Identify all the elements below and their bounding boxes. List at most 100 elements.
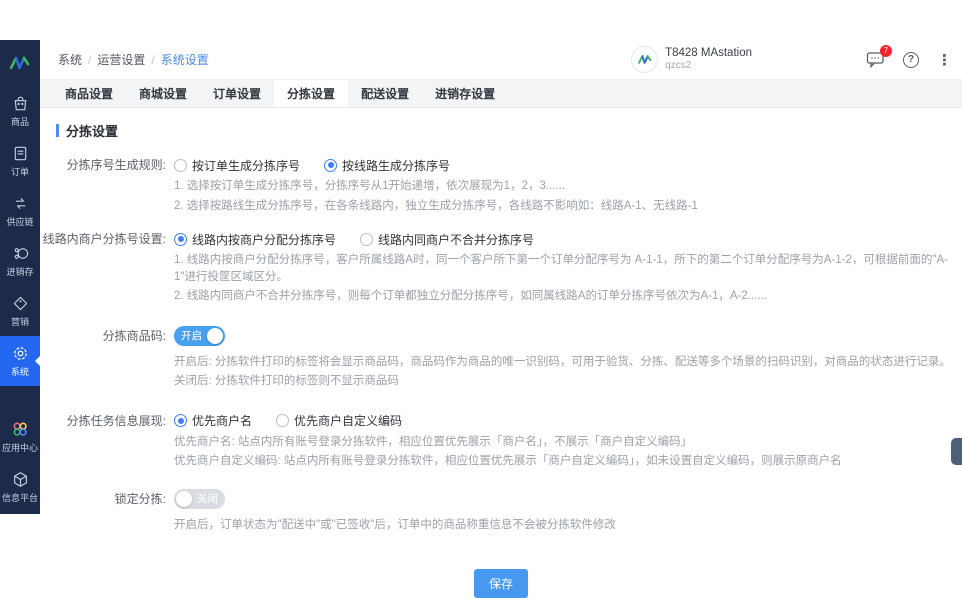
tab-product-settings[interactable]: 商品设置 bbox=[52, 80, 126, 107]
radio-option[interactable]: 按订单生成分拣序号 bbox=[174, 157, 300, 174]
radio-label: 优先商户自定义编码 bbox=[294, 414, 403, 428]
radio-label: 优先商户名 bbox=[192, 414, 253, 428]
message-badge: 7 bbox=[880, 45, 892, 57]
bag-icon bbox=[12, 95, 29, 112]
sidebar-item-app-center[interactable]: 应用中心 bbox=[0, 412, 40, 462]
gear-icon bbox=[12, 345, 29, 362]
sidebar-item-label: 应用中心 bbox=[1, 443, 38, 453]
more-button[interactable]: ⋮ bbox=[937, 51, 952, 69]
help-icon: ? bbox=[903, 51, 919, 68]
cube-icon bbox=[12, 471, 29, 488]
radio-unchecked-icon[interactable] bbox=[276, 414, 290, 427]
sidebar-item-marketing[interactable]: 营销 bbox=[0, 286, 40, 336]
save-button[interactable]: 保存 bbox=[473, 569, 528, 598]
section-header: 分拣设置 bbox=[56, 121, 962, 140]
logo-icon bbox=[9, 56, 30, 70]
toggle-label: 关闭 bbox=[197, 493, 218, 505]
order-icon bbox=[12, 145, 29, 162]
sidebar-item-label: 商品 bbox=[10, 116, 29, 127]
help-text: 1. 线路内按商户分配分拣序号，客户所属线路A时，同一个客户所下第一个订单分配序… bbox=[174, 254, 948, 283]
sidebar-item-label: 订单 bbox=[10, 166, 29, 177]
field-label: 锁定分拣: bbox=[114, 491, 166, 506]
radio-checked-icon[interactable] bbox=[174, 232, 187, 246]
help-button[interactable]: ? bbox=[903, 51, 919, 68]
help-text: 2. 选择按路线生成分拣序号，在各条线路内，独立生成分拣序号，各线路不影响如：线… bbox=[174, 199, 698, 212]
field-label: 分拣任务信息展现: bbox=[66, 413, 166, 428]
section-accent-bar bbox=[56, 124, 59, 137]
kebab-icon: ⋮ bbox=[937, 51, 952, 69]
form-row-task-info-display: 分拣任务信息展现: 优先商户名 优先商户自定义编码 优先商户名: 站点内所有账号… bbox=[40, 411, 962, 470]
supply-chain-icon bbox=[12, 195, 29, 212]
account-info[interactable]: T8428 MAstation qzcs2 bbox=[665, 47, 752, 72]
toggle-label: 开启 bbox=[181, 330, 202, 342]
sidebar-item-label: 供应链 bbox=[6, 216, 34, 227]
toggle-knob bbox=[207, 327, 223, 344]
help-text: 1. 选择按订单生成分拣序号，分拣序号从1开始递增，依次展现为1，2，3....… bbox=[174, 180, 566, 192]
radio-option[interactable]: 按线路生成分拣序号 bbox=[324, 157, 450, 174]
radio-label: 线路内同商户不合并分拣序号 bbox=[378, 232, 535, 247]
help-text: 开启后，订单状态为"配送中"或"已签收"后，订单中的商品称重信息不会被分拣软件修… bbox=[174, 518, 616, 531]
breadcrumb-separator: / bbox=[88, 52, 92, 67]
sidebar-item-inventory[interactable]: 进销存 bbox=[0, 236, 40, 286]
product-code-toggle[interactable]: 开启 bbox=[174, 325, 225, 346]
breadcrumb-item[interactable]: 系统 bbox=[58, 51, 82, 68]
radio-label: 按线路生成分拣序号 bbox=[342, 158, 451, 173]
floating-widget-tab[interactable] bbox=[951, 438, 962, 465]
breadcrumb-separator: / bbox=[151, 52, 155, 67]
app-window: 商品 订单 供应链 进销存 营销 系统 应用中心 信息平台 系统 / 运营设置 … bbox=[0, 40, 962, 598]
tab-delivery-settings[interactable]: 配送设置 bbox=[348, 80, 422, 107]
account-name: T8428 MAstation bbox=[665, 47, 752, 60]
app-logo bbox=[0, 40, 40, 86]
help-text: 2. 线路内同商户不合并分拣序号，则每个订单都独立分配分拣序号，如同属线路A的订… bbox=[174, 290, 767, 302]
sidebar-item-info-platform[interactable]: 信息平台 bbox=[0, 462, 40, 512]
radio-label: 线路内按商户分配分拣序号 bbox=[192, 232, 337, 247]
main-content: 分拣设置 分拣序号生成规则: 按订单生成分拣序号 按线路生成分拣序号 1. 选择… bbox=[40, 108, 962, 598]
field-label: 线路内商户分拣号设置: bbox=[42, 232, 166, 246]
radio-label: 按订单生成分拣序号 bbox=[192, 158, 301, 173]
tag-icon bbox=[12, 295, 29, 312]
sidebar-item-supply-chain[interactable]: 供应链 bbox=[0, 186, 40, 236]
radio-checked-icon[interactable] bbox=[174, 414, 187, 427]
tab-mall-settings[interactable]: 商城设置 bbox=[126, 80, 200, 107]
messages-button[interactable]: 7 bbox=[866, 45, 892, 68]
breadcrumb-item-current[interactable]: 系统设置 bbox=[161, 51, 209, 68]
apps-icon bbox=[11, 420, 29, 438]
tab-sorting-settings[interactable]: 分拣设置 bbox=[274, 80, 349, 107]
sidebar-item-products[interactable]: 商品 bbox=[0, 86, 40, 136]
sidebar-item-label: 信息平台 bbox=[1, 492, 38, 503]
sidebar-item-orders[interactable]: 订单 bbox=[0, 136, 40, 186]
form-row-lock-sorting: 锁定分拣: 关闭 开启后，订单状态为"配送中"或"已签收"后，订单中的商品称重信… bbox=[40, 488, 962, 534]
radio-option[interactable]: 线路内同商户不合并分拣序号 bbox=[360, 231, 534, 248]
lock-sorting-toggle[interactable]: 关闭 bbox=[174, 488, 225, 509]
radio-unchecked-icon[interactable] bbox=[360, 232, 374, 246]
tab-order-settings[interactable]: 订单设置 bbox=[200, 80, 274, 107]
radio-unchecked-icon[interactable] bbox=[174, 158, 187, 172]
field-label: 分拣商品码: bbox=[102, 328, 166, 343]
account-subname: qzcs2 bbox=[665, 60, 692, 72]
section-title: 分拣设置 bbox=[66, 124, 119, 139]
account-logo bbox=[631, 46, 659, 73]
help-text: 关闭后: 分拣软件打印的标签则不显示商品码 bbox=[174, 375, 399, 387]
radio-checked-icon[interactable] bbox=[324, 158, 338, 172]
sidebar-item-label: 进销存 bbox=[6, 266, 34, 277]
help-text: 优先商户自定义编码: 站点内所有账号登录分拣软件，相应位置优先展示「商户自定义编… bbox=[174, 455, 842, 467]
sidebar-item-system[interactable]: 系统 bbox=[0, 336, 40, 386]
inventory-icon bbox=[12, 245, 29, 262]
tab-inventory-settings[interactable]: 进销存设置 bbox=[422, 80, 508, 107]
top-header: 系统 / 运营设置 / 系统设置 T8428 MAstation qzcs2 7… bbox=[40, 40, 962, 80]
breadcrumb-item[interactable]: 运营设置 bbox=[97, 51, 145, 68]
breadcrumb: 系统 / 运营设置 / 系统设置 bbox=[40, 51, 209, 68]
sidebar: 商品 订单 供应链 进销存 营销 系统 应用中心 信息平台 bbox=[0, 40, 40, 514]
sidebar-item-label: 营销 bbox=[10, 316, 29, 327]
form-row-product-code: 分拣商品码: 开启 开启后: 分拣软件打印的标签将会显示商品码，商品码作为商品的… bbox=[40, 325, 962, 390]
radio-option[interactable]: 优先商户名 bbox=[174, 412, 252, 429]
toggle-knob bbox=[176, 490, 192, 507]
help-text: 开启后: 分拣软件打印的标签将会显示商品码，商品码作为商品的唯一识别码，可用于验… bbox=[174, 355, 951, 368]
radio-option[interactable]: 线路内按商户分配分拣序号 bbox=[174, 231, 336, 248]
settings-tabbar: 商品设置 商城设置 订单设置 分拣设置 配送设置 进销存设置 bbox=[40, 80, 962, 108]
sidebar-item-label: 系统 bbox=[10, 366, 29, 377]
help-text: 优先商户名: 站点内所有账号登录分拣软件，相应位置优先展示「商户名」，不展示「商… bbox=[174, 435, 693, 448]
form-row-sort-number-rule: 分拣序号生成规则: 按订单生成分拣序号 按线路生成分拣序号 1. 选择按订单生成… bbox=[40, 155, 962, 214]
form-row-route-merchant-number: 线路内商户分拣号设置: 线路内按商户分配分拣序号 线路内同商户不合并分拣序号 1… bbox=[40, 229, 962, 305]
radio-option[interactable]: 优先商户自定义编码 bbox=[276, 412, 402, 429]
